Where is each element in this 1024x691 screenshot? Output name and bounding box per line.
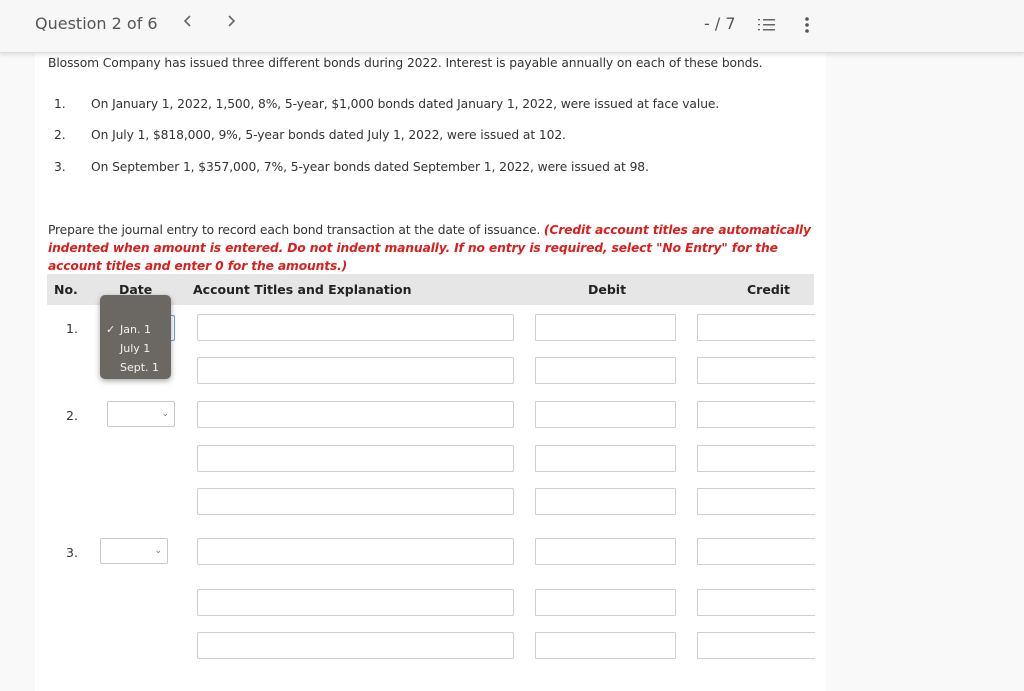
header-debit: Debit: [588, 282, 627, 297]
account-title-input[interactable]: [197, 538, 514, 565]
chevron-down-icon: ⌄: [161, 409, 169, 419]
option-label: July 1: [120, 342, 151, 355]
credit-input[interactable]: [697, 401, 815, 428]
item-number: 2.: [54, 128, 66, 142]
credit-input[interactable]: [697, 488, 815, 515]
item-number: 1.: [54, 97, 66, 111]
debit-input[interactable]: [535, 357, 676, 384]
debit-input[interactable]: [535, 445, 676, 472]
debit-input[interactable]: [535, 488, 676, 515]
debit-input[interactable]: [535, 401, 676, 428]
credit-input[interactable]: [697, 589, 815, 616]
header-no: No.: [54, 282, 78, 297]
date-option-sept-1[interactable]: Sept. 1: [100, 358, 171, 377]
option-label: Jan. 1: [120, 323, 151, 336]
credit-input[interactable]: [697, 632, 815, 659]
debit-input[interactable]: [535, 314, 676, 341]
debit-input[interactable]: [535, 632, 676, 659]
chevron-right-icon: [228, 15, 236, 27]
account-title-input[interactable]: [197, 589, 514, 616]
header-credit: Credit: [747, 282, 791, 297]
next-question-button[interactable]: [226, 13, 236, 33]
credit-input[interactable]: [697, 538, 815, 565]
entry-number: 1.: [66, 321, 78, 336]
chevron-left-icon: [183, 15, 191, 27]
previous-question-button[interactable]: [183, 13, 193, 33]
instruction-text: Prepare the journal entry to record each…: [48, 223, 541, 237]
top-bar: Question 2 of 6 - / 7: [0, 0, 1024, 53]
vertical-ellipsis-icon: [805, 17, 809, 33]
date-select[interactable]: ⌄: [100, 538, 168, 564]
chevron-down-icon: ⌄: [154, 546, 162, 556]
numbered-list-icon: [758, 19, 775, 31]
account-title-input[interactable]: [197, 488, 514, 515]
entry-number: 2.: [66, 408, 78, 423]
credit-input[interactable]: [697, 445, 815, 472]
item-text: On January 1, 2022, 1,500, 8%, 5-year, $…: [91, 97, 720, 111]
header-account: Account Titles and Explanation: [193, 282, 412, 297]
credit-input[interactable]: [697, 357, 815, 384]
account-title-input[interactable]: [197, 445, 514, 472]
account-title-input[interactable]: [197, 314, 514, 341]
problem-intro: Blossom Company has issued three differe…: [48, 56, 763, 70]
entry-number: 3.: [66, 545, 78, 560]
check-icon: ✓: [106, 323, 116, 336]
date-select[interactable]: ⌄: [107, 401, 175, 427]
question-list-button[interactable]: [758, 17, 776, 31]
date-dropdown-menu: ✓ Jan. 1 July 1 Sept. 1: [100, 295, 171, 379]
date-option-july-1[interactable]: July 1: [100, 339, 171, 358]
date-option-jan-1[interactable]: ✓ Jan. 1: [100, 320, 171, 339]
question-panel: Blossom Company has issued three differe…: [35, 53, 826, 691]
more-options-button[interactable]: [802, 16, 812, 34]
item-text: On September 1, $357,000, 7%, 5-year bon…: [91, 160, 649, 174]
page-counter: - / 7: [704, 14, 736, 33]
option-label: Sept. 1: [120, 361, 160, 374]
debit-input[interactable]: [535, 538, 676, 565]
account-title-input[interactable]: [197, 632, 514, 659]
account-title-input[interactable]: [197, 357, 514, 384]
item-number: 3.: [54, 160, 66, 174]
item-text: On July 1, $818,000, 9%, 5-year bonds da…: [91, 128, 566, 142]
credit-input[interactable]: [697, 314, 815, 341]
instructions: Prepare the journal entry to record each…: [48, 221, 818, 275]
debit-input[interactable]: [535, 589, 676, 616]
account-title-input[interactable]: [197, 401, 514, 428]
question-label: Question 2 of 6: [35, 14, 158, 33]
